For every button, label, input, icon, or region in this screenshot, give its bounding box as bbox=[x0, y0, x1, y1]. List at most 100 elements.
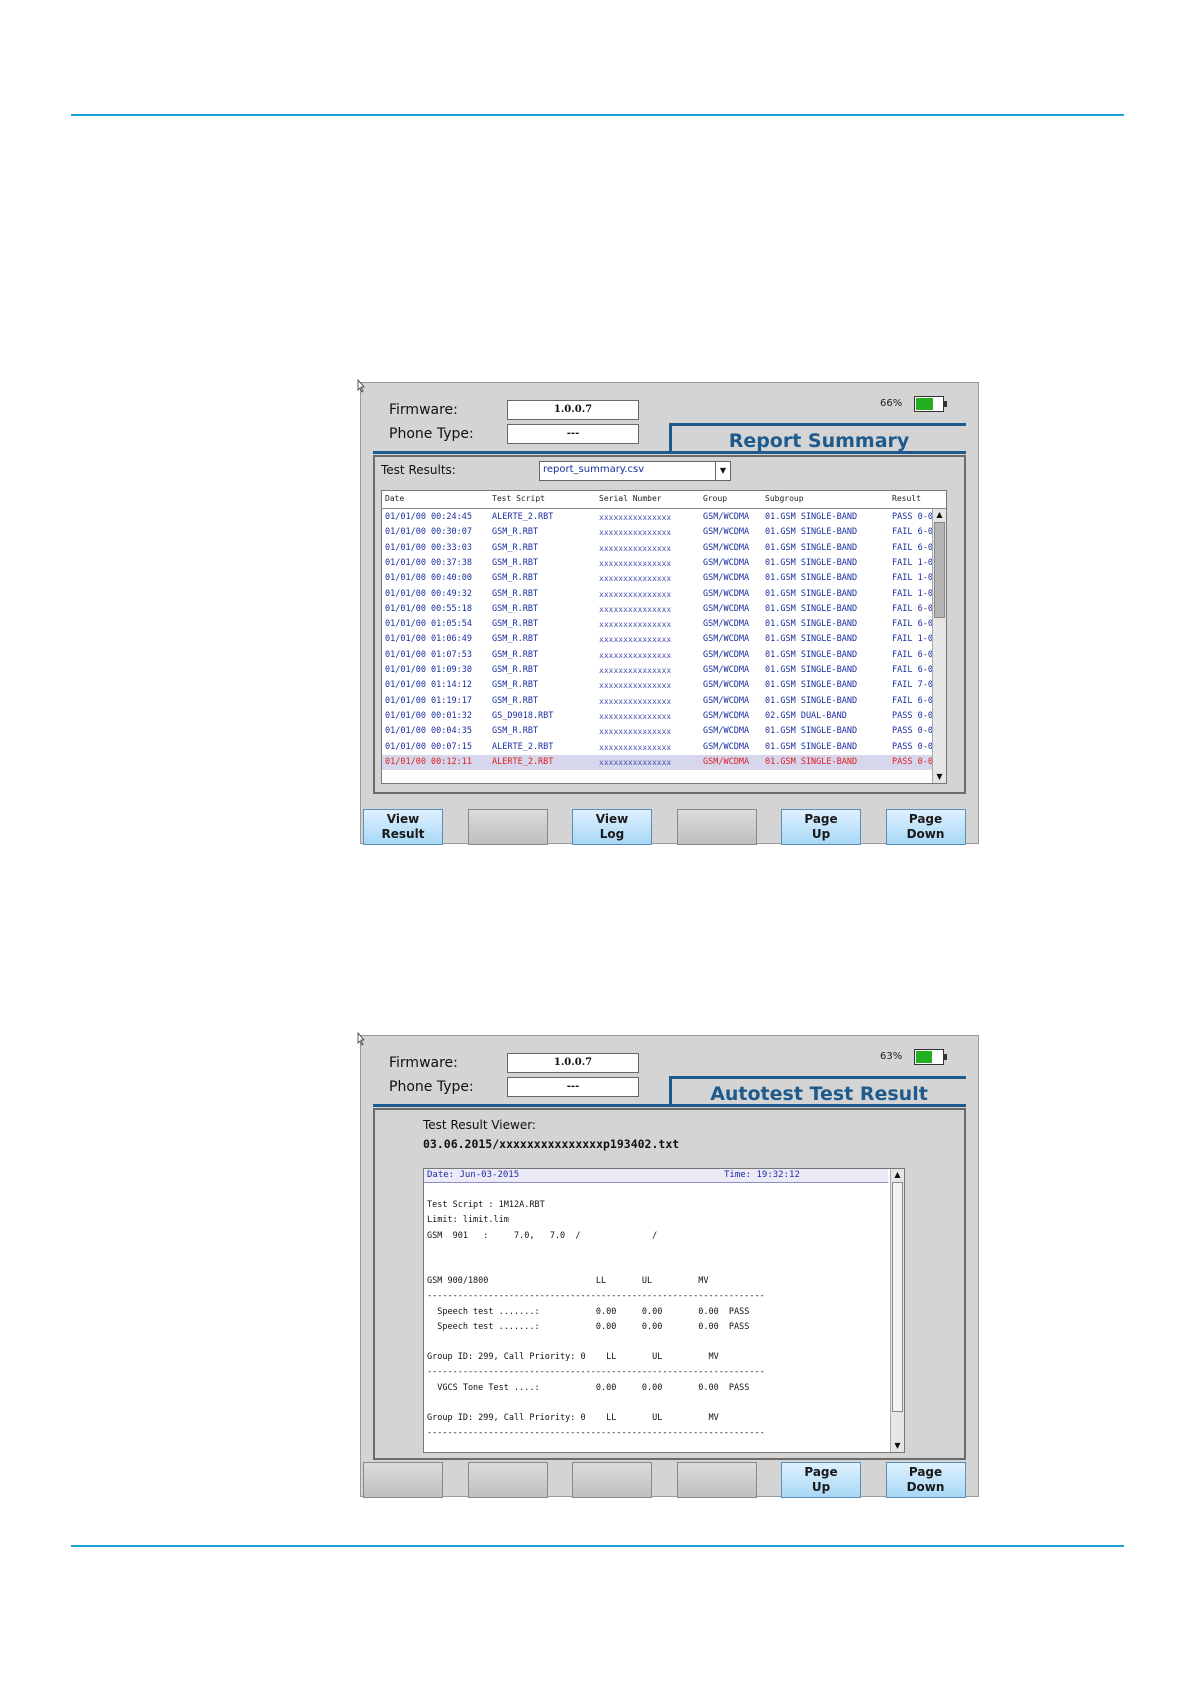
softkey-line1: View bbox=[595, 812, 629, 826]
table-row[interactable]: 01/01/00 01:19:17 GSM_R.RBT xxxxxxxxxxxxxx… bbox=[382, 694, 946, 709]
dropdown-arrow-icon[interactable]: ▼ bbox=[715, 462, 730, 480]
softkey-blank-2 bbox=[467, 1462, 548, 1498]
cell-group: GSM/WCDMA bbox=[703, 741, 750, 752]
cell-subgroup: 02.GSM DUAL-BAND bbox=[765, 710, 847, 721]
view-log-button[interactable]: View Log bbox=[572, 809, 652, 845]
table-row[interactable]: 01/01/00 01:07:53 GSM_R.RBT xxxxxxxxxxxxxx… bbox=[382, 648, 946, 663]
table-row[interactable]: 01/01/00 00:30:07 GSM_R.RBT xxxxxxxxxxxxxx… bbox=[382, 525, 946, 540]
scrollbar-thumb[interactable] bbox=[892, 1182, 903, 1412]
col-header-serial-number[interactable]: Serial Number bbox=[599, 494, 662, 503]
page-up-button[interactable]: Page Up bbox=[781, 1462, 861, 1498]
battery-icon bbox=[914, 396, 947, 412]
cell-serial-number: xxxxxxxxxxxxxxx bbox=[599, 620, 672, 630]
view-result-button[interactable]: View Result bbox=[363, 809, 443, 845]
table-row[interactable]: 01/01/00 00:04:35 GSM_R.RBT xxxxxxxxxxxxxx… bbox=[382, 724, 946, 739]
softkey-blank-4 bbox=[676, 1462, 757, 1498]
page-up-button[interactable]: Page Up bbox=[781, 809, 861, 845]
table-row[interactable]: 01/01/00 01:09:30 GSM_R.RBT xxxxxxxxxxxxxx… bbox=[382, 663, 946, 678]
cell-test-script: ALERTE_2.RBT bbox=[492, 756, 554, 767]
col-header-test-script[interactable]: Test Script bbox=[492, 494, 545, 503]
scroll-up-arrow-icon[interactable]: ▲ bbox=[933, 509, 946, 521]
log-line: Group ID: 299, Call Priority: 0 LL UL MV bbox=[427, 1352, 719, 1363]
cell-test-script: GSM_R.RBT bbox=[492, 588, 539, 599]
cell-subgroup: 01.GSM SINGLE-BAND bbox=[765, 603, 858, 614]
scroll-up-arrow-icon[interactable]: ▲ bbox=[891, 1169, 904, 1181]
cell-subgroup: 01.GSM SINGLE-BAND bbox=[765, 542, 858, 553]
cell-test-script: ALERTE_2.RBT bbox=[492, 512, 554, 522]
corner-marker-icon bbox=[357, 379, 365, 393]
cell-test-script: GSM_R.RBT bbox=[492, 527, 539, 538]
cell-serial-number: xxxxxxxxxxxxxxx bbox=[599, 589, 672, 599]
battery-percent: 66% bbox=[880, 398, 903, 409]
log-time: Time: 19:32:12 bbox=[724, 1170, 800, 1180]
cell-subgroup: 01.GSM SINGLE-BAND bbox=[765, 649, 858, 660]
col-header-date[interactable]: Date bbox=[385, 494, 404, 503]
cell-test-script: GSM_R.RBT bbox=[492, 619, 539, 630]
result-file-name: 03.06.2015/xxxxxxxxxxxxxxxp193402.txt bbox=[423, 1137, 680, 1151]
results-file-select[interactable]: report_summary.csv ▼ bbox=[539, 461, 731, 481]
table-row[interactable]: 01/01/00 00:49:32 GSM_R.RBT xxxxxxxxxxxxxx… bbox=[382, 587, 946, 602]
cell-group: GSM/WCDMA bbox=[703, 512, 750, 522]
cell-group: GSM/WCDMA bbox=[703, 695, 750, 706]
cell-date: 01/01/00 00:24:45 bbox=[385, 512, 472, 522]
battery-percent: 63% bbox=[880, 1051, 903, 1062]
cell-subgroup: 01.GSM SINGLE-BAND bbox=[765, 665, 858, 675]
cell-date: 01/01/00 00:04:35 bbox=[385, 726, 472, 737]
scroll-down-arrow-icon[interactable]: ▼ bbox=[891, 1440, 904, 1452]
softkey-line2: Up bbox=[811, 827, 831, 841]
col-header-result[interactable]: Result bbox=[892, 494, 921, 503]
table-row[interactable]: 01/01/00 00:01:32 GS_D9018.RBT xxxxxxxxxxx… bbox=[382, 709, 946, 724]
table-row[interactable]: 01/01/00 01:05:54 GSM_R.RBT xxxxxxxxxxxxxx… bbox=[382, 617, 946, 632]
log-scrollbar[interactable]: ▲ ▼ bbox=[890, 1169, 904, 1452]
scrollbar-thumb[interactable] bbox=[934, 522, 945, 618]
table-row[interactable]: 01/01/00 00:33:03 GSM_R.RBT xxxxxxxxxxxxxx… bbox=[382, 541, 946, 556]
cell-serial-number: xxxxxxxxxxxxxxx bbox=[599, 711, 672, 721]
cell-test-script: GSM_R.RBT bbox=[492, 557, 539, 568]
cell-serial-number: xxxxxxxxxxxxxxx bbox=[599, 604, 672, 614]
cell-test-script: GSM_R.RBT bbox=[492, 542, 539, 553]
table-row[interactable]: 01/01/00 00:40:00 GSM_R.RBT xxxxxxxxxxxxxx… bbox=[382, 571, 946, 586]
cell-subgroup: 01.GSM SINGLE-BAND bbox=[765, 588, 858, 599]
softkey-blank-3 bbox=[572, 1462, 652, 1498]
cell-date: 01/01/00 00:12:11 bbox=[385, 756, 472, 767]
cell-date: 01/01/00 00:07:15 bbox=[385, 741, 472, 752]
table-row[interactable]: 01/01/00 01:06:49 GSM_R.RBT xxxxxxxxxxxxxx… bbox=[382, 632, 946, 647]
battery-icon bbox=[914, 1049, 947, 1065]
cell-test-script: ALERTE_2.RBT bbox=[492, 741, 554, 752]
top-rule bbox=[71, 114, 1124, 116]
cell-test-script: GSM_R.RBT bbox=[492, 649, 539, 660]
cell-result: FAIL 6-0 bbox=[892, 665, 933, 675]
table-scrollbar[interactable]: ▲ ▼ bbox=[932, 509, 946, 783]
page-down-button[interactable]: Page Down bbox=[885, 809, 966, 845]
softkey-line2: Down bbox=[906, 827, 945, 841]
softkey-bar: View Result View Log Page Up Page Down bbox=[363, 809, 976, 847]
col-header-subgroup[interactable]: Subgroup bbox=[765, 494, 804, 503]
autotest-result-screen: Firmware: 1.0.0.7 Phone Type: --- 63% Au… bbox=[357, 1032, 979, 1498]
cell-group: GSM/WCDMA bbox=[703, 542, 750, 553]
battery-fill bbox=[916, 398, 933, 410]
page-down-button[interactable]: Page Down bbox=[885, 1462, 966, 1498]
cell-result: FAIL 6-0 bbox=[892, 603, 933, 614]
log-line: ----------------------------------------… bbox=[427, 1291, 765, 1302]
result-log-viewer[interactable]: Date: Jun-03-2015 Time: 19:32:12 Test Sc… bbox=[423, 1168, 905, 1453]
table-row[interactable]: 01/01/00 00:24:45 ALERTE_2.RBT xxxxxxxxxxx… bbox=[382, 510, 946, 525]
table-row[interactable]: 01/01/00 00:55:18 GSM_R.RBT xxxxxxxxxxxxxx… bbox=[382, 602, 946, 617]
scroll-down-arrow-icon[interactable]: ▼ bbox=[933, 771, 946, 783]
table-row[interactable]: 01/01/00 00:07:15 ALERTE_2.RBT xxxxxxxxxxx… bbox=[382, 740, 946, 755]
cell-serial-number: xxxxxxxxxxxxxxx bbox=[599, 681, 672, 691]
table-row[interactable]: 01/01/00 00:12:11 ALERTE_2.RBT xxxxxxxxxxx… bbox=[382, 754, 946, 770]
table-row[interactable]: 01/01/00 00:37:38 GSM_R.RBT xxxxxxxxxxxxxx… bbox=[382, 556, 946, 571]
cell-subgroup: 01.GSM SINGLE-BAND bbox=[765, 680, 858, 691]
cell-result: FAIL 1-0 bbox=[892, 557, 933, 568]
cell-result: FAIL 6-0 bbox=[892, 619, 933, 630]
softkey-line1: Page bbox=[804, 1465, 838, 1479]
table-row[interactable]: 01/01/00 01:14:12 GSM_R.RBT xxxxxxxxxxxxxx… bbox=[382, 678, 946, 693]
cell-test-script: GSM_R.RBT bbox=[492, 573, 539, 584]
cell-serial-number: xxxxxxxxxxxxxxx bbox=[599, 558, 672, 568]
log-header: Date: Jun-03-2015 Time: 19:32:12 bbox=[424, 1169, 888, 1183]
cell-group: GSM/WCDMA bbox=[703, 527, 750, 538]
cell-date: 01/01/00 01:07:53 bbox=[385, 649, 472, 660]
col-header-group[interactable]: Group bbox=[703, 494, 727, 503]
cell-subgroup: 01.GSM SINGLE-BAND bbox=[765, 557, 858, 568]
cell-group: GSM/WCDMA bbox=[703, 603, 750, 614]
